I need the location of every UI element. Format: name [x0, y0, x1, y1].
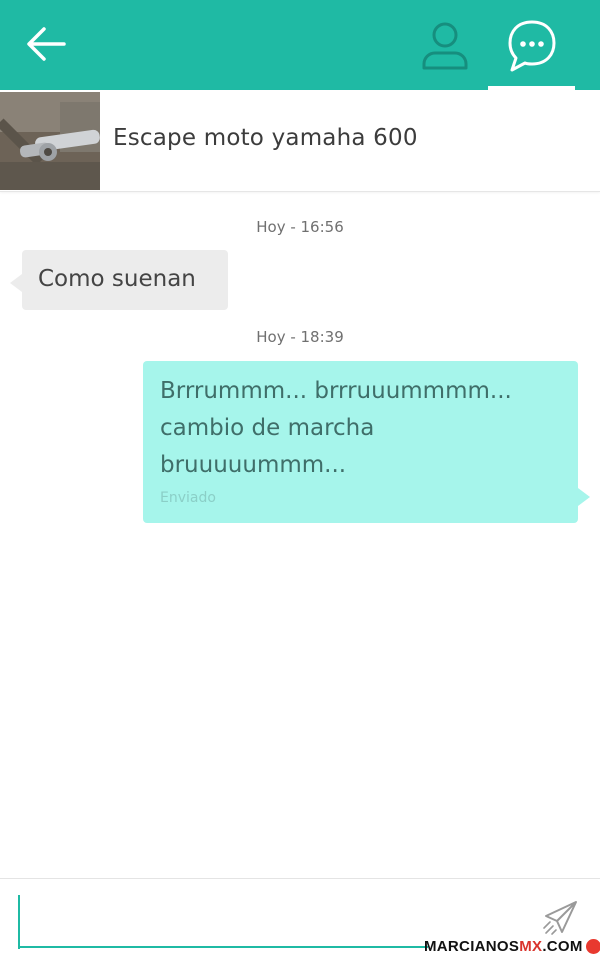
outgoing-message-text: Brrrummm... brrruuummmm... cambio de mar… [160, 378, 512, 478]
product-thumbnail[interactable] [0, 92, 100, 190]
incoming-message[interactable]: Como suenan [22, 250, 228, 310]
alien-face-icon [585, 938, 600, 954]
message-status: Enviado [160, 490, 216, 506]
message-input[interactable] [18, 893, 428, 948]
site-watermark: MARCIANOS MX .COM [424, 935, 600, 957]
watermark-prefix: MARCIANOS [424, 937, 520, 955]
composer-divider [0, 878, 600, 879]
top-app-bar [0, 0, 600, 90]
user-icon [422, 22, 468, 70]
incoming-bubble-tail [10, 274, 22, 292]
message-timestamp: Hoy - 18:39 [256, 328, 344, 346]
exhaust-pipe-photo [0, 92, 100, 190]
paper-plane-icon [543, 901, 577, 935]
chat-tab[interactable] [500, 14, 564, 76]
product-header[interactable]: Escape moto yamaha 600 [0, 90, 600, 192]
watermark-suffix: .COM [542, 937, 583, 955]
arrow-left-icon [27, 27, 66, 61]
chat-bubble-icon [508, 20, 556, 72]
outgoing-bubble-tail [578, 488, 590, 506]
back-button[interactable] [22, 24, 70, 64]
profile-tab[interactable] [416, 18, 474, 72]
send-button[interactable] [540, 898, 580, 938]
watermark-middle: MX [519, 937, 543, 955]
product-title[interactable]: Escape moto yamaha 600 [113, 125, 418, 151]
text-cursor [18, 895, 20, 949]
message-timestamp: Hoy - 16:56 [256, 218, 344, 236]
outgoing-message[interactable]: Brrrummm... brrruuummmm... cambio de mar… [143, 361, 578, 523]
